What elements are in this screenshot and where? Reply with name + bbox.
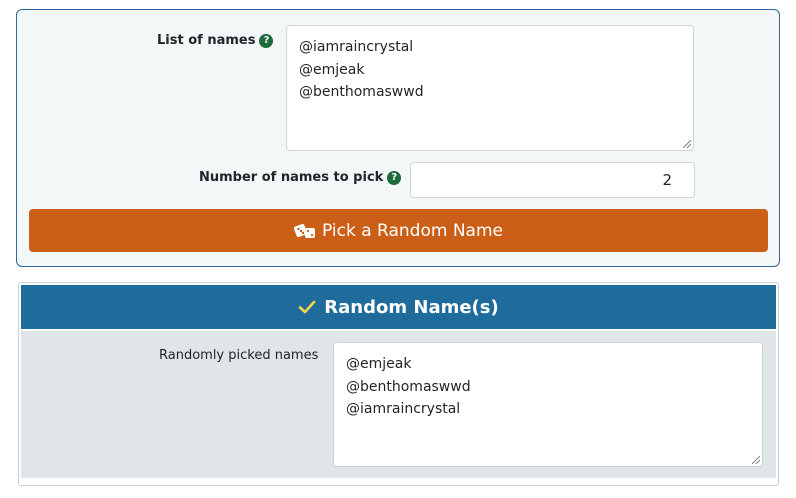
resize-grip-icon[interactable]	[683, 140, 691, 148]
result-panel: Random Name(s) Randomly picked names @em…	[18, 282, 779, 486]
names-label-text: List of names	[157, 33, 256, 48]
picked-names-label: Randomly picked names	[159, 348, 319, 363]
names-to-pick-input[interactable]: 2	[410, 162, 695, 198]
result-body: Randomly picked names @emjeak @benthomas…	[21, 331, 776, 478]
names-list-line: @iamraincrystal	[299, 39, 414, 55]
picked-names-textarea[interactable]: @emjeak @benthomaswwd @iamraincrystal	[333, 342, 763, 467]
names-list-textarea[interactable]: @iamraincrystal @emjeak @benthomaswwd	[286, 25, 694, 151]
result-header-title: Random Name(s)	[324, 296, 499, 318]
names-label: List of names ?	[157, 33, 274, 48]
picked-name-line: @benthomaswwd	[346, 378, 471, 395]
question-circle-icon[interactable]: ?	[259, 33, 274, 48]
name-picker-form: List of names ? @iamraincrystal @emjeak …	[16, 9, 780, 267]
resize-grip-icon[interactable]	[752, 456, 760, 464]
names-list-line: @emjeak	[299, 61, 365, 78]
picked-name-line: @emjeak	[346, 356, 412, 372]
check-icon	[298, 300, 316, 314]
names-list-line: @benthomaswwd	[299, 84, 424, 100]
question-circle-icon[interactable]: ?	[387, 170, 402, 185]
count-label: Number of names to pick ?	[199, 170, 402, 185]
result-header: Random Name(s)	[21, 285, 776, 329]
pick-random-name-button[interactable]: Pick a Random Name	[29, 209, 768, 252]
pick-button-label: Pick a Random Name	[322, 220, 503, 241]
picked-name-line: @iamraincrystal	[346, 401, 461, 417]
count-label-text: Number of names to pick	[199, 170, 384, 185]
dice-icon	[294, 223, 316, 238]
